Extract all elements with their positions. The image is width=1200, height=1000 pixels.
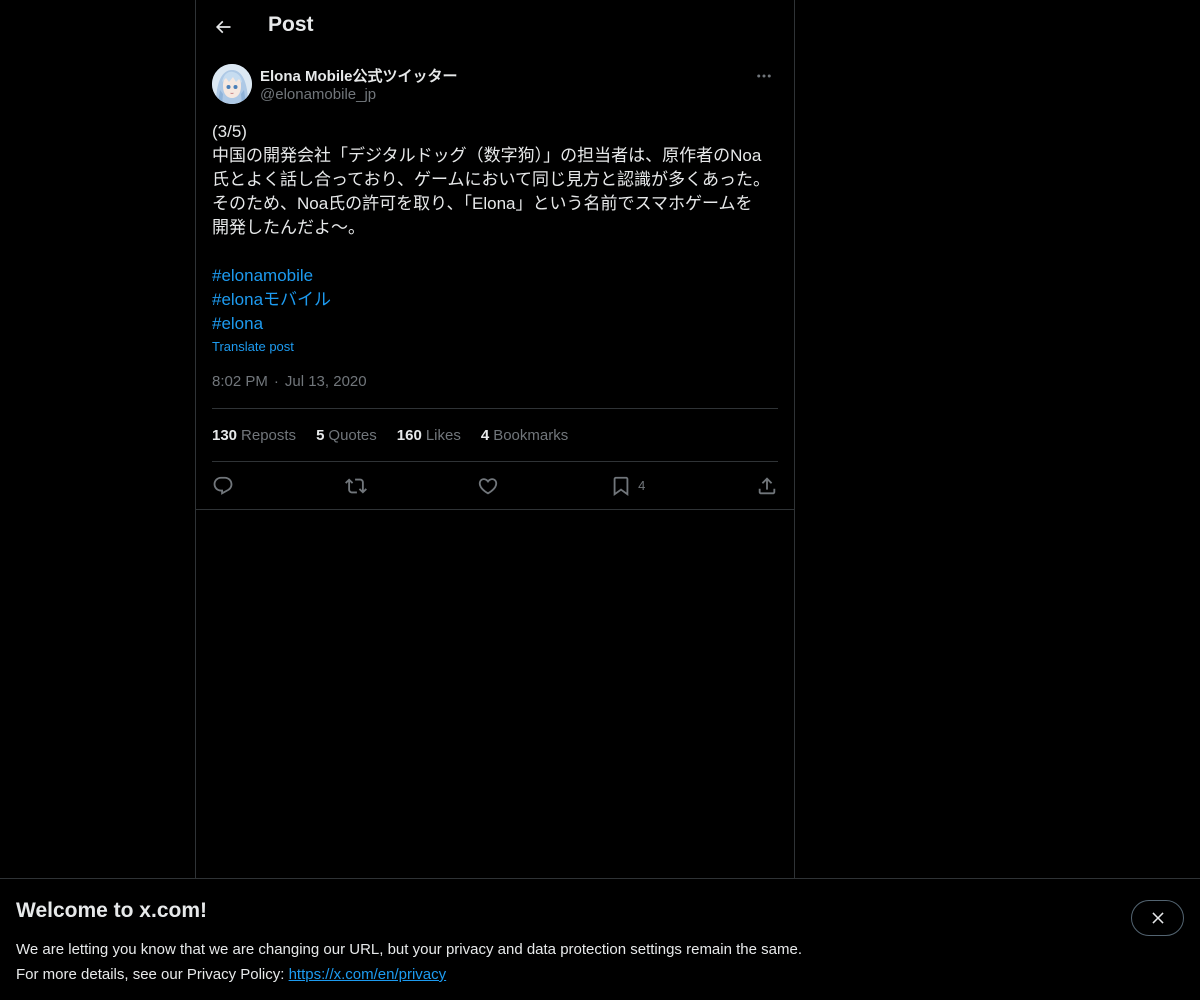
banner-line-prefix: For more details, see our Privacy Policy…	[16, 966, 289, 983]
reposts-label: Reposts	[241, 426, 297, 444]
repost-button[interactable]	[344, 475, 367, 497]
divider	[196, 509, 794, 510]
quotes-label: Quotes	[328, 426, 377, 444]
banner-title: Welcome to x.com!	[16, 899, 207, 922]
close-banner-button[interactable]	[1131, 900, 1184, 936]
bookmarks-stat[interactable]: 4 Bookmarks	[481, 427, 568, 444]
quotes-stat[interactable]: 5 Quotes	[316, 427, 377, 444]
hashtag-link[interactable]: #elonaモバイル	[212, 288, 331, 312]
more-icon	[757, 74, 771, 78]
author-display-name[interactable]: Elona Mobile公式ツイッター	[260, 65, 458, 86]
page-title: Post	[268, 13, 314, 36]
likes-label: Likes	[425, 426, 461, 444]
bookmarks-label: Bookmarks	[493, 426, 569, 444]
translate-post-link[interactable]: Translate post	[212, 339, 294, 354]
bookmark-count: 4	[638, 478, 646, 493]
timestamp-separator: ·	[273, 373, 279, 390]
post-date: Jul 13, 2020	[284, 373, 367, 390]
bookmark-button[interactable]: 4	[610, 475, 645, 497]
post-article: Elona Mobile公式ツイッター @elonamobile_jp (3/5…	[212, 62, 778, 390]
likes-stat[interactable]: 160 Likes	[397, 427, 461, 444]
reposts-count: 130	[212, 426, 238, 444]
top-bar: Post	[196, 0, 794, 54]
engagement-stats: 130 Reposts 5 Quotes 160 Likes 4 Bookmarks	[212, 408, 778, 462]
avatar-image	[212, 64, 252, 104]
action-bar: 4	[212, 462, 778, 509]
likes-count: 160	[396, 426, 422, 444]
share-icon	[758, 476, 776, 494]
primary-column: Post Elona Mobile公式ツイッター @elonamobile_jp	[195, 0, 795, 878]
post-text-line: 中国の開発会社「デジタルドッグ（数字狗）」の担当者は、原作者のNoa	[212, 146, 762, 165]
banner-message: We are letting you know that we are chan…	[16, 937, 802, 987]
reposts-stat[interactable]: 130 Reposts	[212, 427, 296, 444]
more-options-button[interactable]	[750, 64, 778, 88]
hashtag-link[interactable]: #elonamobile	[212, 264, 313, 288]
welcome-banner: Welcome to x.com! We are letting you kno…	[0, 878, 1200, 1000]
post-text-line: 開発したんだよ〜。	[212, 218, 365, 237]
banner-line: For more details, see our Privacy Policy…	[16, 962, 802, 987]
bookmark-icon	[613, 476, 629, 496]
reply-button[interactable]	[212, 475, 234, 497]
privacy-policy-link[interactable]: https://x.com/en/privacy	[289, 966, 447, 983]
bookmarks-count: 4	[480, 426, 490, 444]
hashtag-link[interactable]: #elona	[212, 312, 263, 336]
avatar[interactable]	[212, 64, 252, 104]
post-text-line: (3/5)	[212, 122, 247, 141]
close-icon	[1151, 912, 1164, 924]
like-button[interactable]	[477, 475, 499, 497]
reply-icon	[213, 476, 233, 495]
repost-icon	[344, 478, 367, 493]
like-icon	[479, 477, 498, 494]
quotes-count: 5	[316, 426, 325, 444]
post-header: Elona Mobile公式ツイッター @elonamobile_jp	[212, 62, 778, 110]
post-time: 8:02 PM	[212, 373, 268, 390]
author-handle[interactable]: @elonamobile_jp	[260, 86, 376, 103]
post-timestamp[interactable]: 8:02 PM · Jul 13, 2020	[212, 373, 367, 390]
back-arrow-icon	[215, 20, 231, 34]
post-text: (3/5) 中国の開発会社「デジタルドッグ（数字狗）」の担当者は、原作者のNoa…	[212, 120, 778, 336]
share-button[interactable]	[756, 475, 778, 497]
back-button[interactable]	[206, 10, 240, 44]
post-text-line: そのため、Noa氏の許可を取り、「Elona」という名前でスマホゲームを	[212, 194, 753, 213]
post-text-line: 氏とよく話し合っており、ゲームにおいて同じ見方と認識が多くあった。	[212, 170, 770, 189]
banner-line: We are letting you know that we are chan…	[16, 941, 802, 958]
